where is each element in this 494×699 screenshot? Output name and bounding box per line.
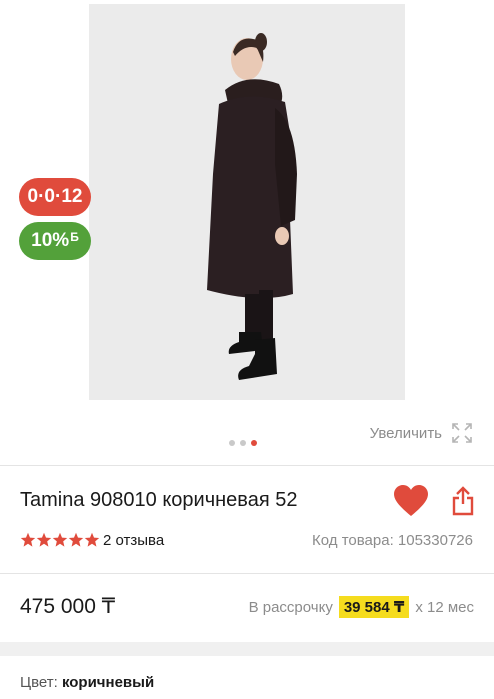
expand-icon — [452, 423, 472, 443]
installment-amount: 39 584 ₸ — [338, 596, 410, 618]
bonus-badge-label: 10% — [31, 230, 70, 251]
color-value: коричневый — [61, 674, 155, 691]
product-gallery[interactable]: 0·0·12 10% Б Увеличить — [0, 0, 494, 462]
bonus-currency-label: Б — [70, 230, 79, 244]
heart-icon — [394, 485, 428, 516]
color-attribute: Цвет: коричневый — [20, 674, 154, 691]
product-price: 475 000 ₸ — [20, 595, 116, 618]
divider — [0, 465, 494, 466]
coat-model-image — [89, 4, 405, 400]
gallery-dot[interactable] — [240, 440, 246, 446]
zoom-label: Увеличить — [369, 424, 442, 442]
star-icons — [20, 532, 100, 547]
product-sku: Код товара: 105330726 — [312, 532, 473, 549]
gallery-dot-active[interactable] — [251, 440, 257, 446]
gallery-pagination — [229, 440, 257, 446]
color-label: Цвет: — [20, 674, 58, 691]
product-photo[interactable] — [89, 4, 405, 400]
favorite-button[interactable] — [393, 485, 429, 522]
share-button[interactable] — [452, 486, 474, 521]
installment-badge-label: 0·0·12 — [27, 186, 83, 207]
reviews-link[interactable]: 2 отзыва — [103, 532, 164, 549]
installment-info: В рассрочку 39 584 ₸ х 12 мес — [249, 596, 474, 618]
share-icon — [452, 486, 474, 516]
bonus-badge: 10% Б — [19, 222, 91, 260]
product-title: Tamina 908010 коричневая 52 — [20, 489, 298, 511]
installment-badge: 0·0·12 — [19, 178, 91, 216]
divider — [0, 573, 494, 574]
gallery-dot[interactable] — [229, 440, 235, 446]
rating-stars — [20, 532, 100, 548]
zoom-button[interactable]: Увеличить — [370, 421, 474, 445]
section-separator — [0, 642, 494, 656]
installment-suffix: х 12 мес — [415, 598, 474, 616]
installment-prefix: В рассрочку — [248, 598, 333, 616]
